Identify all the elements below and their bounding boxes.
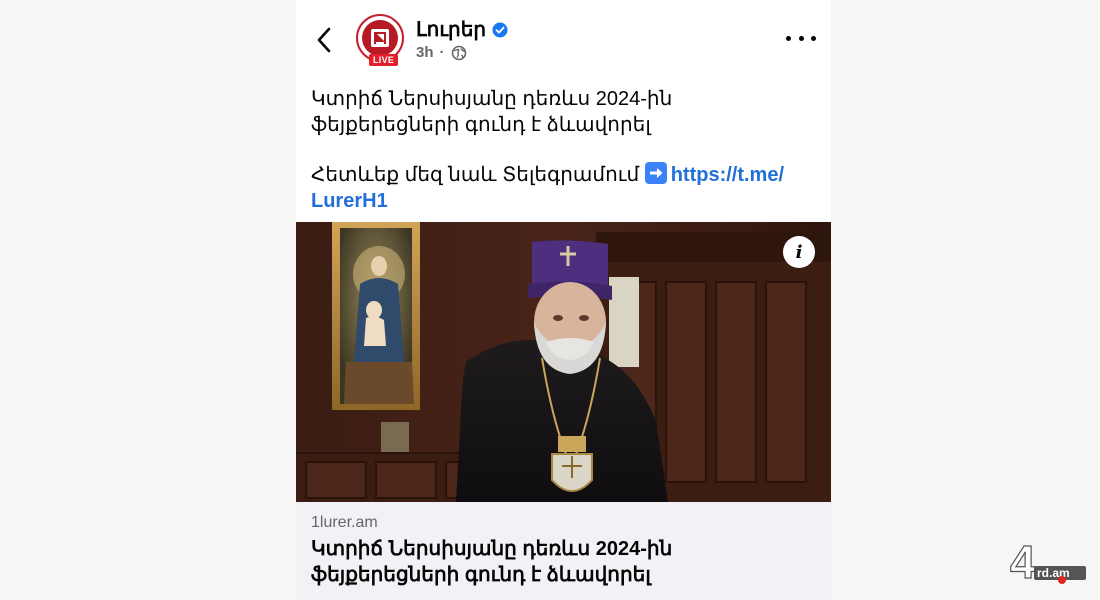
logo-icon xyxy=(362,20,398,56)
right-arrow-emoji-icon xyxy=(644,162,667,184)
info-button[interactable]: i xyxy=(783,236,815,268)
follow-line: Հետևեք մեզ նաև Տելեգրամում https://t.me/ xyxy=(311,162,816,188)
page-name[interactable]: Լուրեր xyxy=(416,17,486,42)
link-preview-title-line: ֆեյքերեցների գունդ է ձևավորել xyxy=(311,564,651,586)
post-photo[interactable]: i xyxy=(296,222,831,502)
facebook-post: LIVE Լուրեր 3h · Կտրիճ Ներսիսյանը դեռևս … xyxy=(296,0,831,600)
post-text: Կտրիճ Ներսիսյանը դեռևս 2024-ին ֆեյքերեցն… xyxy=(311,86,816,214)
telegram-link[interactable]: https://t.me/ xyxy=(671,164,784,186)
more-dots-icon xyxy=(811,35,816,41)
link-preview-card[interactable]: 1lurer.am Կտրիճ Ներսիսյանը դեռևս 2024-ին… xyxy=(296,502,831,600)
post-meta: 3h · xyxy=(416,44,467,61)
follow-text: Հետևեք մեզ նաև Տելեգրամում xyxy=(311,164,640,186)
right-margin xyxy=(831,0,1100,600)
link-preview-title-line: Կտրիճ Ներսիսյանը դեռևս 2024-ին xyxy=(311,538,673,560)
watermark-digit: 4 xyxy=(1010,536,1036,586)
post-title-line: ֆեյքերեցների գունդ է ձևավորել xyxy=(311,114,651,136)
live-badge: LIVE xyxy=(369,54,399,66)
verified-badge-icon xyxy=(492,22,508,37)
link-preview-domain: 1lurer.am xyxy=(311,514,378,531)
more-dots-icon xyxy=(798,35,804,41)
meta-separator: · xyxy=(439,44,445,61)
site-watermark-logo: 4 rd.am xyxy=(1009,535,1088,589)
chevron-left-icon xyxy=(317,27,331,53)
post-time[interactable]: 3h xyxy=(416,44,434,61)
telegram-link-continuation[interactable]: LurerH1 xyxy=(311,190,388,212)
more-dots-icon xyxy=(786,35,791,41)
link-preview-title: Կտրիճ Ներսիսյանը դեռևս 2024-ին ֆեյքերեցն… xyxy=(311,536,811,588)
page-name-row: Լուրեր xyxy=(416,17,508,42)
left-margin xyxy=(0,0,296,600)
catholicos-photo xyxy=(296,222,831,502)
more-options-button[interactable] xyxy=(786,26,816,50)
post-title-line: Կտրիճ Ներսիսյանը դեռևս 2024-ին xyxy=(311,88,673,110)
globe-icon xyxy=(451,45,466,60)
back-button[interactable] xyxy=(310,22,338,58)
